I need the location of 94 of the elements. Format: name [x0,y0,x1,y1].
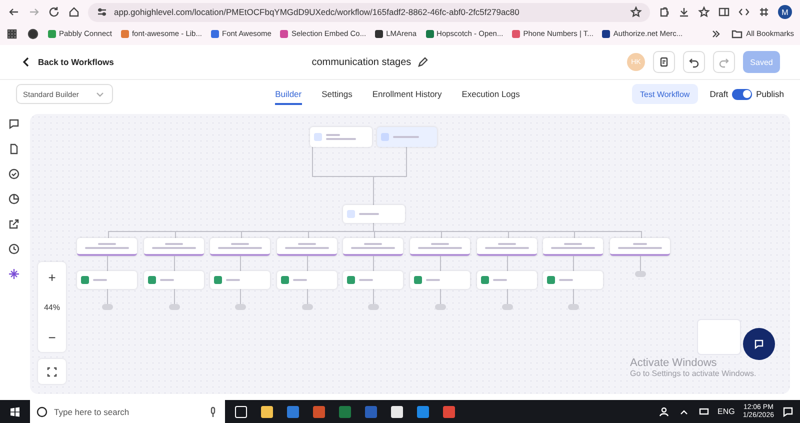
end-pill [302,304,313,310]
download-icon[interactable] [678,6,690,18]
node-icon [314,133,322,141]
home-icon[interactable] [68,6,80,18]
branch-node[interactable] [276,238,337,256]
action-node[interactable] [476,271,537,289]
site-settings-icon[interactable] [96,6,108,18]
activation-notice-title: Activate Windows [630,357,718,369]
document-icon[interactable] [8,143,20,155]
undo-icon [688,56,700,68]
redo-icon [718,56,730,68]
check-circle-icon[interactable] [8,168,20,180]
taskbar-search-field[interactable]: Type here to search [30,400,225,423]
notes-icon [658,56,670,68]
action-node[interactable] [144,271,204,289]
branch-node[interactable] [77,238,137,256]
code-icon[interactable] [738,6,750,18]
node-icon [414,276,422,284]
node-icon [280,276,289,284]
node-icon [347,210,355,218]
windows-start-icon[interactable] [9,406,21,418]
notes-button[interactable] [653,51,675,73]
end-pill [102,304,113,310]
end-pill [568,304,580,310]
activation-notice-text: Go to Settings to activate Windows. [630,369,756,378]
tab[interactable]: Builder [275,83,302,105]
chat-bubble-icon[interactable] [8,118,20,130]
node-icon [81,276,89,284]
expand-icon [46,366,58,378]
add-trigger-node[interactable] [377,127,437,147]
test-workflow-button[interactable]: Test Workflow [632,84,698,104]
profile-avatar[interactable]: M [778,5,792,19]
end-pill [634,271,646,277]
end-pill [235,304,246,310]
language-indicator[interactable]: ENG [718,407,735,416]
address-bar[interactable]: app.gohighlevel.com/location/PMEtOCFbqYMGdD9UXedc/workflow/165fadf2-8862-46fc-abf0-2fc5f279ac80 [88,2,650,22]
draft-label: Draft [710,89,728,99]
extensions-icon[interactable] [658,6,670,18]
fit-view-button[interactable] [38,359,66,384]
side-panel-icon[interactable] [718,6,730,18]
zoom-in-button[interactable]: + [38,262,66,292]
workflow-title: communication stages [312,56,412,68]
action-node[interactable] [210,271,270,289]
notifications-icon[interactable] [782,406,794,418]
people-icon[interactable] [658,406,670,418]
end-pill [502,304,513,310]
branch-node[interactable] [543,238,604,256]
network-icon[interactable] [698,406,710,418]
node-icon [547,276,556,284]
more-chevron-icon[interactable] [710,28,722,40]
node-icon [148,276,156,284]
node-icon [381,133,389,141]
end-pill [168,304,180,310]
back-arrow-icon[interactable] [8,6,20,18]
chat-bubble-icon [753,338,765,350]
zoom-out-button[interactable]: − [38,322,66,352]
branch-node[interactable] [210,238,270,256]
branch-node[interactable] [476,238,537,256]
tab[interactable]: Settings [322,83,352,105]
pencil-icon[interactable] [417,56,430,68]
action-node[interactable] [77,271,137,289]
undo-button[interactable] [683,51,705,73]
sparkle-icon[interactable] [8,268,20,280]
else-node[interactable] [610,238,670,256]
end-pill [435,304,446,310]
star-icon[interactable] [630,6,642,18]
action-node[interactable] [543,271,604,289]
search-icon [36,406,48,418]
history-icon[interactable] [8,243,20,255]
pie-chart-icon[interactable] [8,193,20,205]
branch-node[interactable] [410,238,470,256]
action-node[interactable] [276,271,337,289]
trigger-node[interactable] [310,127,372,147]
back-link[interactable]: Back to Workflows [20,56,114,68]
end-pill [368,304,380,310]
action-node[interactable] [410,271,470,289]
apps-grid-icon[interactable] [6,28,18,40]
action-node[interactable] [343,271,404,289]
reload-icon[interactable] [48,6,60,18]
branch-node[interactable] [144,238,204,256]
chat-button[interactable] [743,328,775,360]
action-node[interactable] [343,205,405,223]
node-icon [480,276,489,284]
tab[interactable]: Execution Logs [462,83,520,105]
node-icon [347,276,356,284]
bookmark-star-icon[interactable] [698,6,710,18]
publish-toggle[interactable] [732,88,752,100]
zoom-level: 44% [44,302,60,314]
branch-node[interactable] [343,238,404,256]
task-view-icon[interactable] [235,406,247,418]
external-link-icon[interactable] [8,218,20,230]
tab[interactable]: Enrollment History [372,83,442,105]
node-icon [214,276,222,284]
publish-label: Publish [756,89,784,99]
